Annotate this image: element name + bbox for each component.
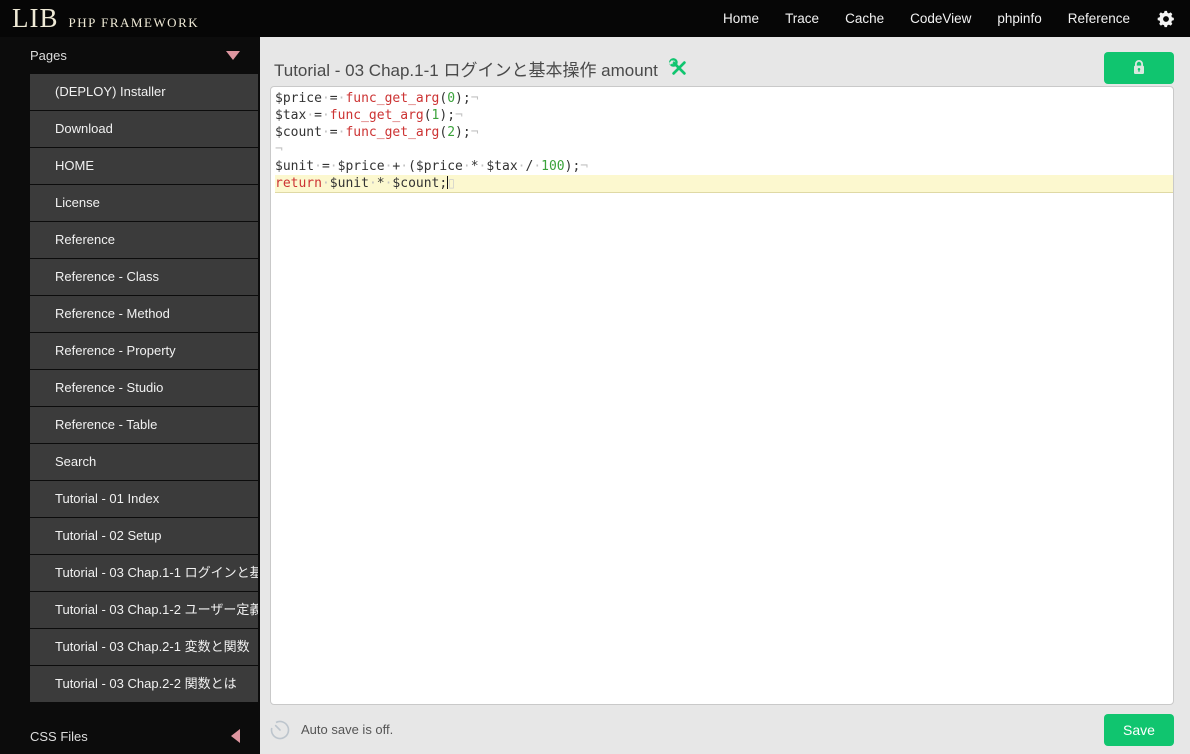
nav-item-codeview[interactable]: CodeView (910, 11, 971, 26)
lock-button[interactable] (1104, 52, 1174, 84)
tools-icon[interactable] (668, 58, 689, 78)
sidebar: Pages (DEPLOY) Installer Download HOME Lice… (0, 37, 260, 754)
nav-item-cache[interactable]: Cache (845, 11, 884, 26)
nav-item-home[interactable]: Home (723, 11, 759, 26)
sidebar-item[interactable]: Reference - Property (30, 333, 258, 369)
sidebar-item[interactable]: Tutorial - 03 Chap.1-2 ユーザー定義関数 (30, 592, 258, 628)
triangle-left-icon (231, 729, 240, 743)
sidebar-section-pages[interactable]: Pages (0, 37, 260, 74)
main-area: Tutorial - 03 Chap.1-1 ログインと基本操作 amount (260, 37, 1190, 754)
title-row: Tutorial - 03 Chap.1-1 ログインと基本操作 amount (260, 37, 1190, 86)
sidebar-item[interactable]: (DEPLOY) Installer (30, 74, 258, 110)
code-editor[interactable]: $price·=·func_get_arg(0);¬ $tax·=·func_ge… (270, 86, 1174, 705)
code-area: $price·=·func_get_arg(0);¬ $tax·=·func_ge… (271, 87, 1173, 192)
sidebar-item[interactable]: Reference - Method (30, 296, 258, 332)
sidebar-item[interactable]: Reference - Studio (30, 370, 258, 406)
code-line: ¬ (275, 142, 283, 157)
clock-icon[interactable] (268, 718, 292, 742)
sidebar-item[interactable]: Download (30, 111, 258, 147)
sidebar-item[interactable]: Tutorial - 01 Index (30, 481, 258, 517)
code-line-current: return·$unit·*·$count;▯ (275, 175, 1173, 192)
logo-subtitle: PHP FRAMEWORK (68, 15, 200, 30)
top-navbar: LIB PHP FRAMEWORK Home Trace Cache CodeView… (0, 0, 1190, 37)
nav-item-reference[interactable]: Reference (1068, 11, 1130, 26)
code-line: $count·=·func_get_arg(2);¬ (275, 125, 479, 140)
app-logo[interactable]: LIB PHP FRAMEWORK (0, 5, 199, 32)
sidebar-list: (DEPLOY) Installer Download HOME License Ref… (0, 74, 260, 702)
sidebar-item[interactable]: Tutorial - 03 Chap.2-2 関数とは (30, 666, 258, 702)
code-line: $tax·=·func_get_arg(1);¬ (275, 108, 463, 123)
triangle-down-icon (226, 51, 240, 60)
nav-menu: Home Trace Cache CodeView phpinfo Reference (723, 11, 1130, 26)
status-bar: Auto save is off. Save (260, 705, 1190, 754)
code-line: $unit·=·$price·+·($price·*·$tax·/·100);¬ (275, 159, 589, 174)
lock-icon (1132, 59, 1146, 78)
sidebar-section-label: CSS Files (30, 728, 88, 744)
sidebar-item[interactable]: Tutorial - 03 Chap.2-1 変数と関数 (30, 629, 258, 665)
code-line: $price·=·func_get_arg(0);¬ (275, 91, 479, 106)
gear-icon[interactable] (1156, 9, 1176, 29)
save-button[interactable]: Save (1104, 713, 1174, 746)
sidebar-section-label: Pages (30, 48, 67, 63)
sidebar-item[interactable]: Reference - Table (30, 407, 258, 443)
autosave-status: Auto save is off. (301, 722, 394, 737)
sidebar-item[interactable]: Reference - Class (30, 259, 258, 295)
sidebar-item[interactable]: Search (30, 444, 258, 480)
sidebar-item[interactable]: License (30, 185, 258, 221)
sidebar-item[interactable]: Tutorial - 02 Setup (30, 518, 258, 554)
nav-item-phpinfo[interactable]: phpinfo (997, 11, 1041, 26)
nav-item-trace[interactable]: Trace (785, 11, 819, 26)
sidebar-item[interactable]: Reference (30, 222, 258, 258)
page-title: Tutorial - 03 Chap.1-1 ログインと基本操作 amount (274, 60, 658, 80)
sidebar-section-css-files[interactable]: CSS Files (0, 718, 260, 754)
logo-title: LIB (12, 3, 59, 33)
sidebar-item[interactable]: Tutorial - 03 Chap.1-1 ログインと基本操作 (30, 555, 258, 591)
sidebar-item[interactable]: HOME (30, 148, 258, 184)
